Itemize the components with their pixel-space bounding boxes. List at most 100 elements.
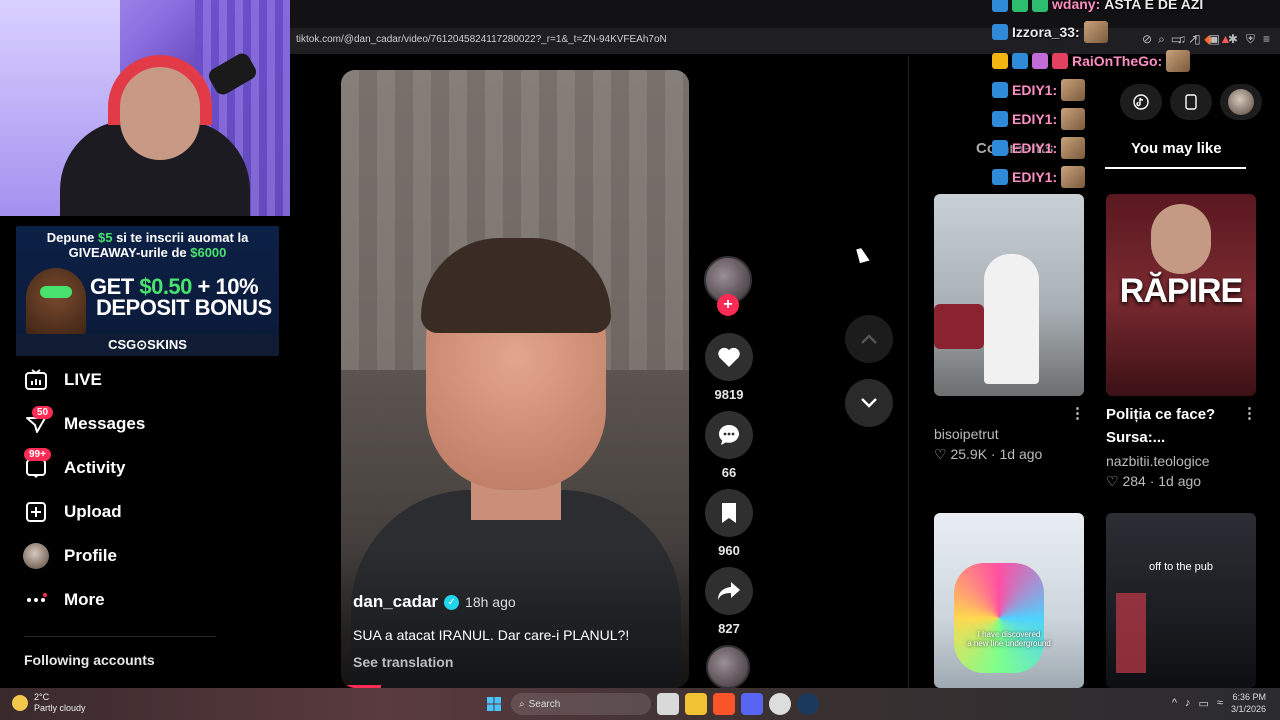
wallet-icon[interactable]: ▣ — [1209, 32, 1220, 47]
promo-brand: CSG⊙SKINS — [16, 334, 279, 356]
tray-chevron-icon[interactable]: ^ — [1172, 697, 1177, 709]
badge-icon — [1012, 0, 1028, 12]
translate-icon[interactable]: ⊘ — [1142, 32, 1152, 47]
badge-icon — [992, 82, 1008, 98]
thumb-caption: off to the pub — [1148, 561, 1214, 573]
save-button[interactable] — [705, 489, 753, 537]
right-panel-toolbar — [1120, 84, 1262, 120]
nav-messages-label: Messages — [64, 414, 146, 433]
next-video-button[interactable] — [845, 379, 893, 427]
nav-profile[interactable]: Profile — [22, 540, 117, 572]
following-accounts-heading[interactable]: Following accounts — [24, 652, 155, 668]
search-label: Search — [528, 698, 561, 710]
weather-widget[interactable]: 2°C Partly cloudy — [12, 692, 86, 714]
sidebar-icon[interactable]: ▯ — [1194, 32, 1201, 47]
like-button[interactable] — [705, 333, 753, 381]
clock[interactable]: 6:36 PM 3/1/2026 — [1231, 691, 1266, 715]
chat-message: Izzora_33: — [992, 20, 1108, 44]
badge-icon — [1032, 0, 1048, 12]
extensions-icon[interactable]: ✱ — [1228, 32, 1238, 47]
suggested-video-thumbnail[interactable]: off to the pub — [1106, 513, 1256, 688]
thumb-caption: I have discovered a new line underground — [967, 630, 1051, 648]
windows-taskbar: 2°C Partly cloudy ⌕ Search ^ ♪ ▭ ≈ 6:36 … — [0, 688, 1280, 720]
emote-icon — [1061, 137, 1086, 159]
thumb-person — [1151, 204, 1211, 274]
suggested-video-author[interactable]: nazbitii.teologice — [1106, 453, 1210, 469]
emote-icon — [1061, 79, 1086, 101]
discord-icon[interactable] — [741, 693, 763, 715]
tab-you-may-like[interactable]: You may like — [1131, 140, 1222, 157]
nav-activity[interactable]: 99+ Activity — [22, 448, 126, 484]
menu-icon[interactable]: ≡ — [1263, 32, 1270, 47]
zoom-icon[interactable]: ⌕ — [1158, 32, 1165, 47]
suggested-video-author[interactable]: bisoipetrut — [934, 426, 999, 442]
search-icon: ⌕ — [519, 698, 525, 710]
follow-plus-button[interactable]: + — [717, 294, 739, 316]
more-options-icon[interactable]: ⋮ — [1242, 404, 1257, 422]
video-caption: SUA a atacat IRANUL. Dar care-i PLANUL?! — [353, 627, 630, 643]
badge-icon — [992, 111, 1008, 127]
video-author-row: dan_cadar ✓ 18h ago — [353, 592, 516, 612]
emote-icon — [1083, 21, 1108, 43]
nav-live[interactable]: LIVE — [22, 364, 102, 396]
wifi-icon[interactable]: ≈ — [1217, 697, 1223, 709]
chat-message: EDIY1: — [992, 136, 1086, 160]
live-tv-icon — [22, 366, 50, 394]
heart-icon — [718, 347, 740, 367]
music-disc-avatar[interactable] — [706, 645, 750, 689]
chat-username: EDIY1: — [1012, 111, 1058, 127]
music-icon[interactable]: ♫ — [1177, 32, 1186, 47]
emote-icon — [1061, 166, 1086, 188]
file-explorer-icon[interactable] — [685, 693, 707, 715]
obs-icon[interactable] — [769, 693, 791, 715]
speaker-icon[interactable]: ♪ — [1185, 697, 1191, 709]
chat-username: EDIY1: — [1012, 82, 1058, 98]
share-button[interactable] — [705, 567, 753, 615]
thumb-light — [1116, 593, 1146, 673]
comment-button[interactable] — [705, 411, 753, 459]
suggested-video-thumbnail[interactable] — [934, 194, 1084, 396]
previous-video-button[interactable] — [845, 315, 893, 363]
promo-line-1: Depune $5 si te inscrii auomat la — [46, 230, 249, 245]
chat-username: wdany: — [1052, 0, 1101, 12]
chat-message-text: ASTA E DE AZI — [1104, 0, 1204, 12]
suggested-video-thumbnail[interactable]: RĂPIRE — [1106, 194, 1256, 396]
vpn-icon[interactable]: ⛨ — [1246, 32, 1255, 47]
upload-plus-icon — [22, 498, 50, 526]
weather-condition: Partly cloudy — [34, 703, 86, 713]
nav-profile-label: Profile — [64, 546, 117, 565]
profile-avatar — [22, 542, 50, 570]
mascot-icon — [26, 268, 86, 338]
emote-icon — [1166, 50, 1191, 72]
video-author-name[interactable]: dan_cadar — [353, 592, 438, 612]
see-translation-link[interactable]: See translation — [353, 654, 453, 670]
nav-messages[interactable]: 50 Messages — [22, 406, 146, 440]
user-avatar[interactable] — [1220, 84, 1262, 120]
nav-upload[interactable]: Upload — [22, 496, 122, 528]
thumb-car — [934, 304, 984, 349]
chat-message: RaiOnTheGo: — [992, 49, 1191, 73]
nav-activity-label: Activity — [64, 458, 126, 477]
chat-message: EDIY1: — [992, 107, 1086, 131]
promo-banner[interactable]: Depune $5 si te inscrii auomat la GIVEAW… — [16, 226, 279, 356]
task-view-icon[interactable] — [657, 693, 679, 715]
comment-bubble-icon — [719, 425, 739, 445]
phone-icon[interactable] — [1170, 84, 1212, 120]
steam-icon[interactable] — [797, 693, 819, 715]
nav-divider — [24, 636, 216, 637]
suggested-video-title[interactable]: Poliția ce face? Sursa:... — [1106, 403, 1215, 449]
windows-start-icon[interactable] — [483, 693, 505, 715]
nav-more[interactable]: More — [22, 584, 105, 616]
tiktok-logo-icon[interactable] — [1120, 84, 1162, 120]
chat-message: wdany: ASTA E DE AZI — [992, 0, 1203, 16]
brave-browser-icon[interactable] — [713, 693, 735, 715]
more-options-icon[interactable]: ⋮ — [1070, 404, 1085, 422]
emote-icon — [1061, 108, 1086, 130]
thumb-person — [984, 254, 1039, 384]
url-text[interactable]: tiktok.com/@dan_cadar/video/761204582411… — [296, 34, 667, 45]
video-player[interactable]: dan_cadar ✓ 18h ago SUA a atacat IRANUL.… — [341, 70, 689, 688]
suggested-video-thumbnail[interactable]: I have discovered a new line underground — [934, 513, 1084, 688]
taskbar-search[interactable]: ⌕ Search — [511, 693, 651, 715]
save-count: 960 — [718, 543, 740, 558]
display-icon[interactable]: ▭ — [1199, 697, 1209, 710]
